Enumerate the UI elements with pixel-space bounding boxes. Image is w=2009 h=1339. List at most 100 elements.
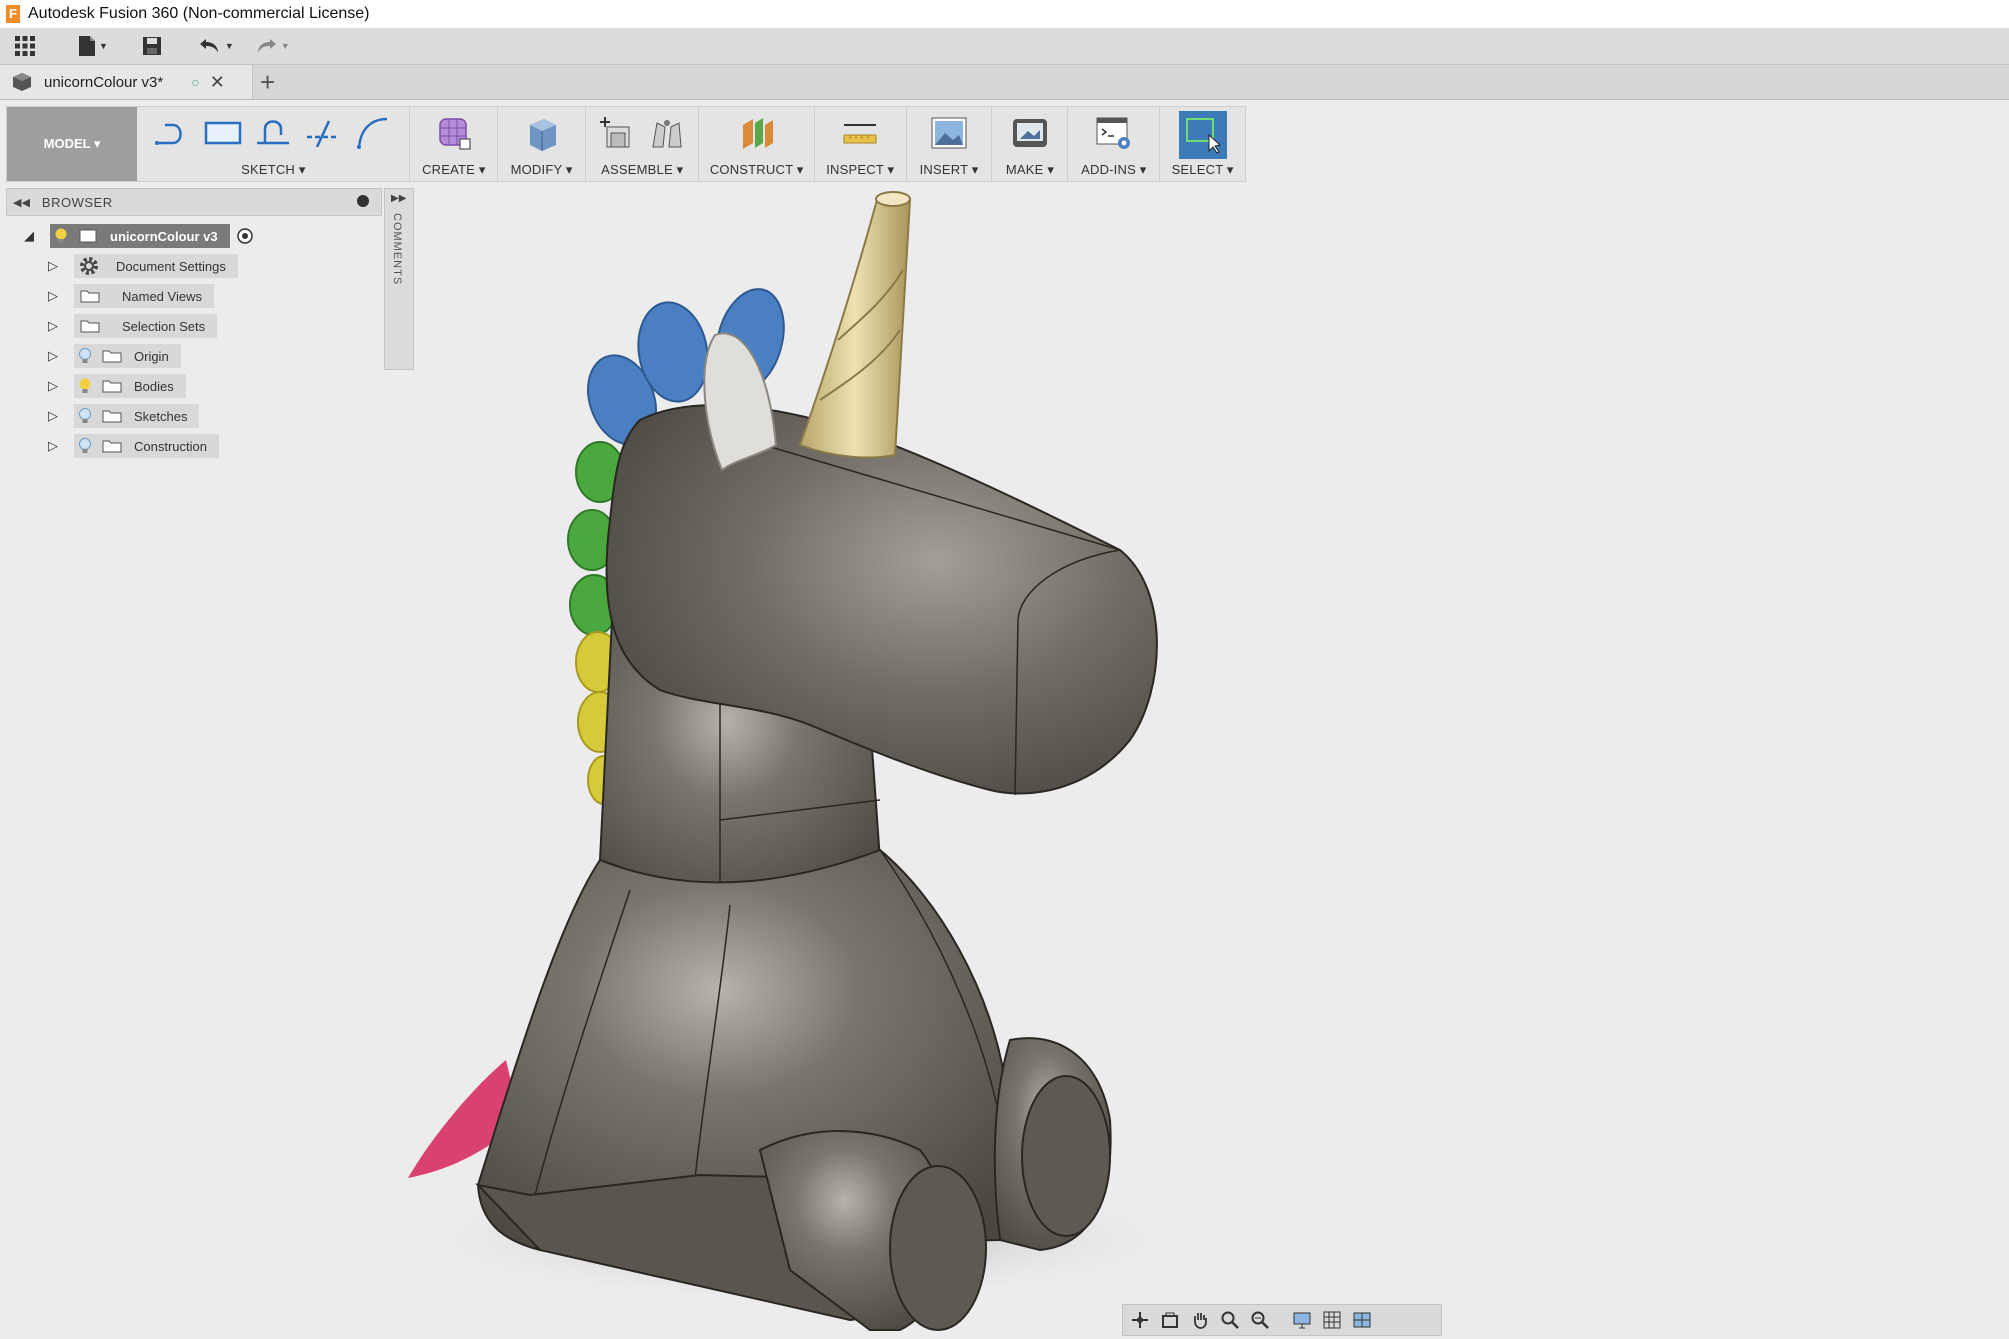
folder-icon [102,380,122,393]
create-menu[interactable]: CREATE ▾ [410,162,497,178]
browser-item-origin[interactable]: ▷ Origin [48,343,181,369]
horn-tip[interactable] [875,191,911,207]
modify-menu[interactable]: MODIFY ▾ [498,162,585,178]
browser-item-document-settings[interactable]: ▷ Document Settings [48,253,238,279]
save-button[interactable] [142,32,162,60]
3d-print-button[interactable] [1010,113,1050,153]
collapsed-triangle-icon[interactable]: ▷ [48,438,64,454]
document-settings-node[interactable]: Document Settings [74,254,238,278]
arc-tool-button[interactable] [353,113,393,153]
collapse-browser-icon[interactable]: ◀◀ [13,196,30,209]
browser-item-bodies[interactable]: ▷ Bodies [48,373,186,399]
close-tab-icon[interactable]: ✕ [210,72,225,93]
active-target-icon[interactable] [236,227,254,245]
browser-title: BROWSER [41,194,113,210]
new-tab-button[interactable]: + [260,67,275,98]
selection-sets-node[interactable]: Selection Sets [74,314,218,338]
display-settings-button[interactable] [1291,1310,1313,1330]
stop-sketch-button[interactable] [253,113,293,153]
browser-header: ◀◀ BROWSER [6,188,382,216]
grid-settings-button[interactable] [1321,1310,1343,1330]
joint-button[interactable] [647,113,687,153]
chevron-down-icon: ▼ [224,41,234,51]
origin-node[interactable]: Origin [74,344,181,368]
orbit-icon [1132,1312,1148,1328]
measure-button[interactable] [840,113,880,153]
browser-item-named-views[interactable]: ▷ Named Views [48,283,214,309]
visibility-bulb-icon[interactable] [78,407,92,425]
visibility-bulb-icon[interactable] [78,347,92,365]
trim-tool-button[interactable] [303,113,343,153]
browser-item-selection-sets[interactable]: ▷ Selection Sets [48,313,218,339]
insert-image-icon [931,117,967,149]
apps-grid-button[interactable] [14,32,36,60]
browser-item-label: Origin [134,348,169,364]
zoom-button[interactable] [1219,1310,1241,1330]
make-menu[interactable]: MAKE ▾ [992,162,1067,178]
folder-icon [102,440,122,453]
collapsed-triangle-icon[interactable]: ▷ [48,378,64,394]
undo-icon [199,39,218,53]
expanded-triangle-icon[interactable]: ◢ [24,228,40,244]
folder-icon [80,290,100,303]
zoom-fit-icon [1251,1311,1269,1329]
browser-pin-icon[interactable] [357,195,369,207]
measure-icon [843,124,877,144]
create-form-button[interactable] [434,113,474,153]
sketches-node[interactable]: Sketches [74,404,200,428]
assemble-menu[interactable]: ASSEMBLE ▾ [586,162,698,178]
browser-item-construction[interactable]: ▷ Construction [48,433,219,459]
collapsed-triangle-icon[interactable]: ▷ [48,318,64,334]
press-pull-button[interactable] [522,113,562,153]
rectangle-tool-button[interactable] [203,113,243,153]
named-views-node[interactable]: Named Views [74,284,214,308]
collapsed-triangle-icon[interactable]: ▷ [48,348,64,364]
select-menu[interactable]: SELECT ▾ [1160,162,1245,178]
rear-hoof[interactable] [1021,1075,1111,1237]
visibility-bulb-icon[interactable] [54,227,68,245]
scripts-addins-button[interactable] [1094,113,1134,153]
insert-menu[interactable]: INSERT ▾ [907,162,992,178]
sketch-menu[interactable]: SKETCH ▾ [137,162,409,178]
construct-menu[interactable]: CONSTRUCT ▾ [699,162,813,178]
browser-root-label: unicornColour v3 [110,228,218,244]
bodies-node[interactable]: Bodies [74,374,186,398]
browser-root-node[interactable]: unicornColour v3 [50,224,230,248]
browser-item-label: Named Views [122,288,202,304]
front-hoof[interactable] [889,1165,987,1331]
browser-item-sketches[interactable]: ▷ Sketches [48,403,200,429]
construction-node[interactable]: Construction [74,434,219,458]
look-at-button[interactable] [1159,1310,1181,1330]
document-tab[interactable]: unicornColour v3* ○ ✕ [0,65,253,99]
rectangle-icon [205,121,242,145]
joint-icon [652,120,682,148]
inspect-menu[interactable]: INSPECT ▾ [815,162,906,178]
quick-access-toolbar: ▼ ▼ ▼ [0,28,2009,65]
horn-body[interactable] [798,195,912,459]
orbit-button[interactable] [1129,1310,1151,1330]
redo-button[interactable]: ▼ [254,32,290,60]
workspace-switcher[interactable]: MODEL ▾ [7,107,138,181]
line-tool-button[interactable] [153,113,193,153]
file-menu-button[interactable]: ▼ [78,32,108,60]
viewports-button[interactable] [1351,1310,1373,1330]
visibility-bulb-icon[interactable] [78,377,92,395]
folder-icon [80,320,100,333]
browser-item-label: Selection Sets [122,318,206,334]
addins-menu[interactable]: ADD-INS ▾ [1068,162,1159,178]
folder-icon [102,350,122,363]
select-tool-button[interactable] [1178,111,1227,159]
browser-root-row[interactable]: ◢ unicornColour v3 [24,223,254,249]
collapsed-triangle-icon[interactable]: ▷ [48,258,64,274]
collapsed-triangle-icon[interactable]: ▷ [48,288,64,304]
fit-button[interactable] [1249,1310,1271,1330]
3d-viewport[interactable] [380,180,2009,1339]
insert-image-button[interactable] [929,113,969,153]
offset-plane-button[interactable] [737,113,777,153]
undo-button[interactable]: ▼ [198,32,234,60]
new-component-button[interactable] [597,113,637,153]
pan-button[interactable] [1189,1310,1211,1330]
collapsed-triangle-icon[interactable]: ▷ [48,408,64,424]
visibility-bulb-icon[interactable] [78,437,92,455]
fusion-logo-icon: F [6,5,20,23]
